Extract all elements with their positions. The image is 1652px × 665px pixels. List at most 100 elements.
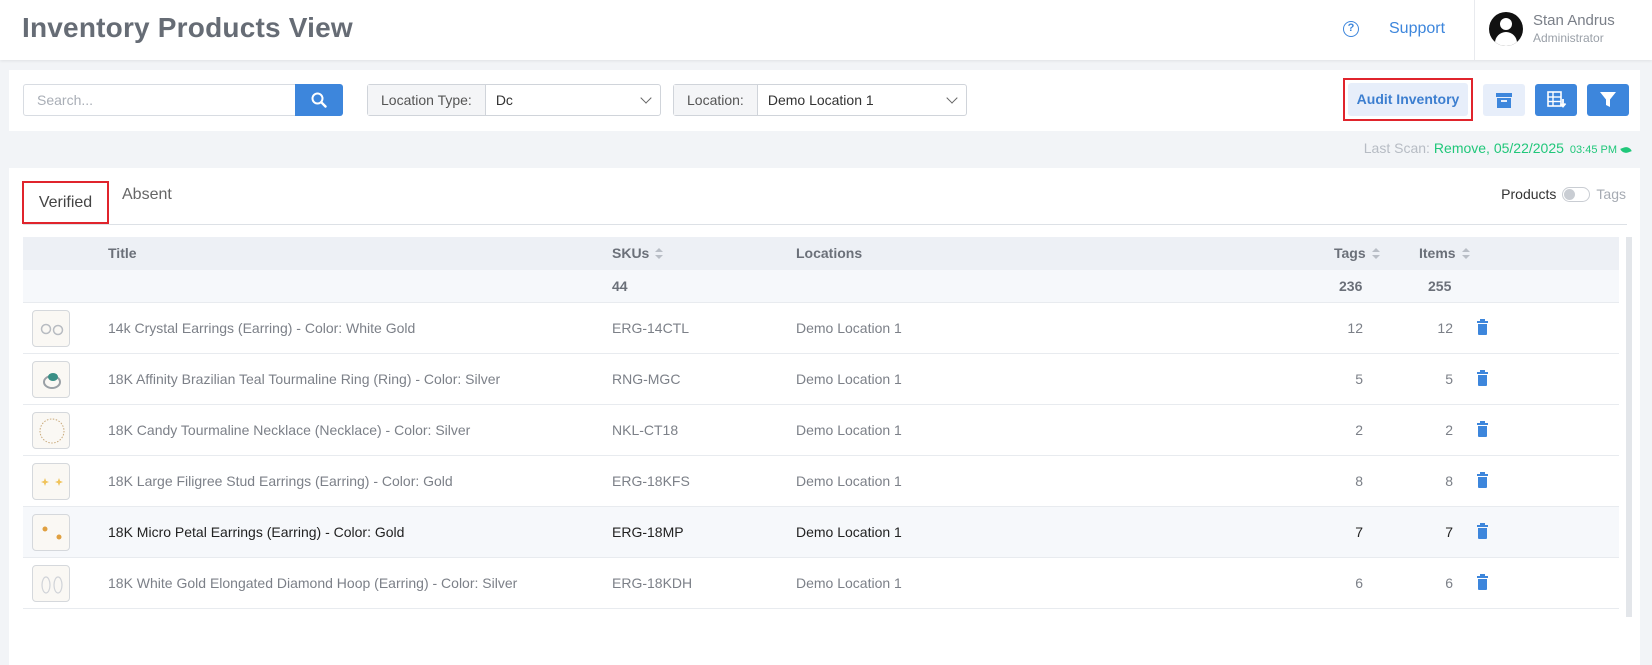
location-selected: Demo Location 1 <box>767 92 874 108</box>
product-items: 8 <box>1445 473 1453 489</box>
table-header: Title SKUs Locations Tags Items <box>23 237 1619 270</box>
last-scan-info: Last Scan: Remove, 05/22/2025 03:45 PM <box>1364 140 1632 156</box>
sort-icon <box>1461 248 1470 260</box>
products-tags-switch[interactable] <box>1562 186 1591 202</box>
delete-trash-icon[interactable] <box>1477 319 1488 335</box>
delete-trash-icon[interactable] <box>1477 574 1488 590</box>
search-input[interactable] <box>23 84 297 116</box>
product-items: 12 <box>1437 320 1453 336</box>
products-panel: Verified Absent Products Tags Title SKUs… <box>9 168 1640 665</box>
product-title[interactable]: 18K Micro Petal Earrings (Earring) - Col… <box>108 524 404 540</box>
product-title[interactable]: 18K Large Filigree Stud Earrings (Earrin… <box>108 473 453 489</box>
product-items: 5 <box>1445 371 1453 387</box>
location-value[interactable]: Demo Location 1 <box>758 85 966 115</box>
table-row[interactable]: 14k Crystal Earrings (Earring) - Color: … <box>23 303 1619 354</box>
product-location: Demo Location 1 <box>796 422 902 438</box>
filter-button[interactable] <box>1587 84 1629 116</box>
delete-trash-icon[interactable] <box>1477 523 1488 539</box>
tab-absent[interactable]: Absent <box>122 186 172 204</box>
delete-trash-icon[interactable] <box>1477 472 1488 488</box>
product-location: Demo Location 1 <box>796 524 902 540</box>
product-tags: 7 <box>1355 524 1363 540</box>
filter-icon <box>1600 92 1616 107</box>
view-toggle[interactable]: Products Tags <box>1501 186 1626 202</box>
total-skus: 44 <box>612 278 628 294</box>
product-tags: 8 <box>1355 473 1363 489</box>
excel-download-icon <box>1547 91 1567 108</box>
table-row[interactable]: 18K Affinity Brazilian Teal Tourmaline R… <box>23 354 1619 405</box>
last-scan-value: Remove, 05/22/2025 <box>1433 140 1564 156</box>
location-label: Location: <box>674 85 758 115</box>
product-location: Demo Location 1 <box>796 320 902 336</box>
search-button[interactable] <box>295 84 343 116</box>
product-sku: ERG-18KDH <box>612 575 693 591</box>
sort-icon <box>655 248 664 260</box>
audit-inventory-button[interactable]: Audit Inventory <box>1343 78 1473 121</box>
col-tags-label: Tags <box>1334 245 1366 261</box>
product-location: Demo Location 1 <box>796 473 902 489</box>
tab-verified[interactable]: Verified <box>22 181 109 224</box>
top-header: Inventory Products View ? Support Stan A… <box>0 0 1652 60</box>
location-type-label: Location Type: <box>368 85 486 115</box>
location-type-selected: Dc <box>495 92 513 108</box>
avatar[interactable] <box>1489 12 1523 46</box>
toggle-products-label: Products <box>1501 186 1557 202</box>
product-title[interactable]: 14k Crystal Earrings (Earring) - Color: … <box>108 320 415 336</box>
leaf-icon <box>1620 145 1632 155</box>
product-thumbnail[interactable] <box>32 514 70 551</box>
location-type-select[interactable]: Location Type: Dc <box>367 84 661 116</box>
totals-row: 44 236 255 <box>23 270 1619 303</box>
sort-icon <box>1371 248 1380 260</box>
location-select[interactable]: Location: Demo Location 1 <box>673 84 967 116</box>
col-tags[interactable]: Tags <box>1334 245 1380 261</box>
product-sku: ERG-18KFS <box>612 473 690 489</box>
product-location: Demo Location 1 <box>796 371 902 387</box>
product-items: 6 <box>1445 575 1453 591</box>
products-table: Title SKUs Locations Tags Items 44 236 2… <box>23 237 1619 609</box>
col-skus[interactable]: SKUs <box>612 245 664 261</box>
table-row[interactable]: 18K Candy Tourmaline Necklace (Necklace)… <box>23 405 1619 456</box>
search-icon <box>311 92 327 108</box>
help-circle-icon[interactable]: ? <box>1343 21 1359 37</box>
product-title[interactable]: 18K Affinity Brazilian Teal Tourmaline R… <box>108 371 500 387</box>
table-row[interactable]: 18K Large Filigree Stud Earrings (Earrin… <box>23 456 1619 507</box>
product-sku: NKL-CT18 <box>612 422 679 438</box>
total-items: 255 <box>1428 278 1452 294</box>
product-title[interactable]: 18K White Gold Elongated Diamond Hoop (E… <box>108 575 517 591</box>
product-tags: 12 <box>1347 320 1363 336</box>
col-items[interactable]: Items <box>1419 245 1470 261</box>
product-tags: 5 <box>1355 371 1363 387</box>
page-title: Inventory Products View <box>22 12 353 43</box>
product-thumbnail[interactable] <box>32 412 70 449</box>
table-row[interactable]: 18K White Gold Elongated Diamond Hoop (E… <box>23 558 1619 609</box>
delete-trash-icon[interactable] <box>1477 370 1488 386</box>
product-thumbnail[interactable] <box>32 310 70 347</box>
product-thumbnail[interactable] <box>32 463 70 500</box>
user-menu[interactable]: Stan Andrus Administrator <box>1474 0 1652 60</box>
product-items: 7 <box>1445 524 1453 540</box>
last-scan-time: 03:45 PM <box>1569 144 1617 156</box>
tabs-divider <box>23 224 1627 225</box>
user-role: Administrator <box>1533 31 1604 45</box>
chevron-down-icon <box>640 92 652 104</box>
product-title[interactable]: 18K Candy Tourmaline Necklace (Necklace)… <box>108 422 470 438</box>
col-skus-label: SKUs <box>612 245 650 261</box>
export-excel-button[interactable] <box>1535 84 1577 116</box>
archive-button[interactable] <box>1483 84 1525 116</box>
delete-trash-icon[interactable] <box>1477 421 1488 437</box>
user-name: Stan Andrus <box>1533 12 1615 29</box>
product-thumbnail[interactable] <box>32 361 70 398</box>
product-location: Demo Location 1 <box>796 575 902 591</box>
archive-icon <box>1496 93 1512 108</box>
location-type-value[interactable]: Dc <box>486 85 660 115</box>
col-title[interactable]: Title <box>108 245 137 261</box>
product-sku: ERG-14CTL <box>612 320 690 336</box>
table-row[interactable]: 18K Micro Petal Earrings (Earring) - Col… <box>23 507 1619 558</box>
col-locations[interactable]: Locations <box>796 245 862 261</box>
table-scrollbar[interactable] <box>1626 237 1632 617</box>
support-link[interactable]: Support <box>1389 20 1445 38</box>
product-sku: ERG-18MP <box>612 524 684 540</box>
toggle-tags-label: Tags <box>1596 186 1626 202</box>
filter-toolbar: Location Type: Dc Location: Demo Locatio… <box>9 70 1640 131</box>
product-thumbnail[interactable] <box>32 565 70 602</box>
